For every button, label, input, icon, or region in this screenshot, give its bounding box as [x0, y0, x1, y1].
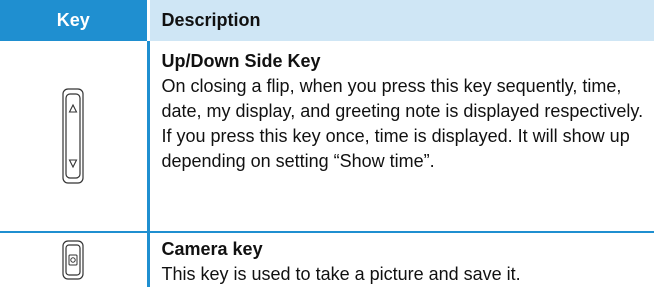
- key-cell: [0, 232, 150, 287]
- key-title: Camera key: [161, 239, 263, 259]
- description-cell: Camera key This key is used to take a pi…: [148, 232, 654, 287]
- header-description: Description: [148, 0, 654, 41]
- key-cell: [0, 41, 150, 233]
- key-title: Up/Down Side Key: [161, 51, 321, 71]
- table-header-row: Key Description: [0, 0, 654, 41]
- up-down-side-key-icon: [62, 88, 84, 184]
- header-key: Key: [0, 0, 150, 41]
- description-cell: Up/Down Side Key On closing a flip, when…: [148, 41, 654, 233]
- key-description-table: Key Description Up/Down Side Key On clos…: [0, 0, 654, 287]
- table-row: Camera key This key is used to take a pi…: [0, 232, 654, 287]
- key-description: On closing a flip, when you press this k…: [161, 76, 644, 171]
- table-row: Up/Down Side Key On closing a flip, when…: [0, 41, 654, 233]
- camera-key-icon: [62, 240, 84, 280]
